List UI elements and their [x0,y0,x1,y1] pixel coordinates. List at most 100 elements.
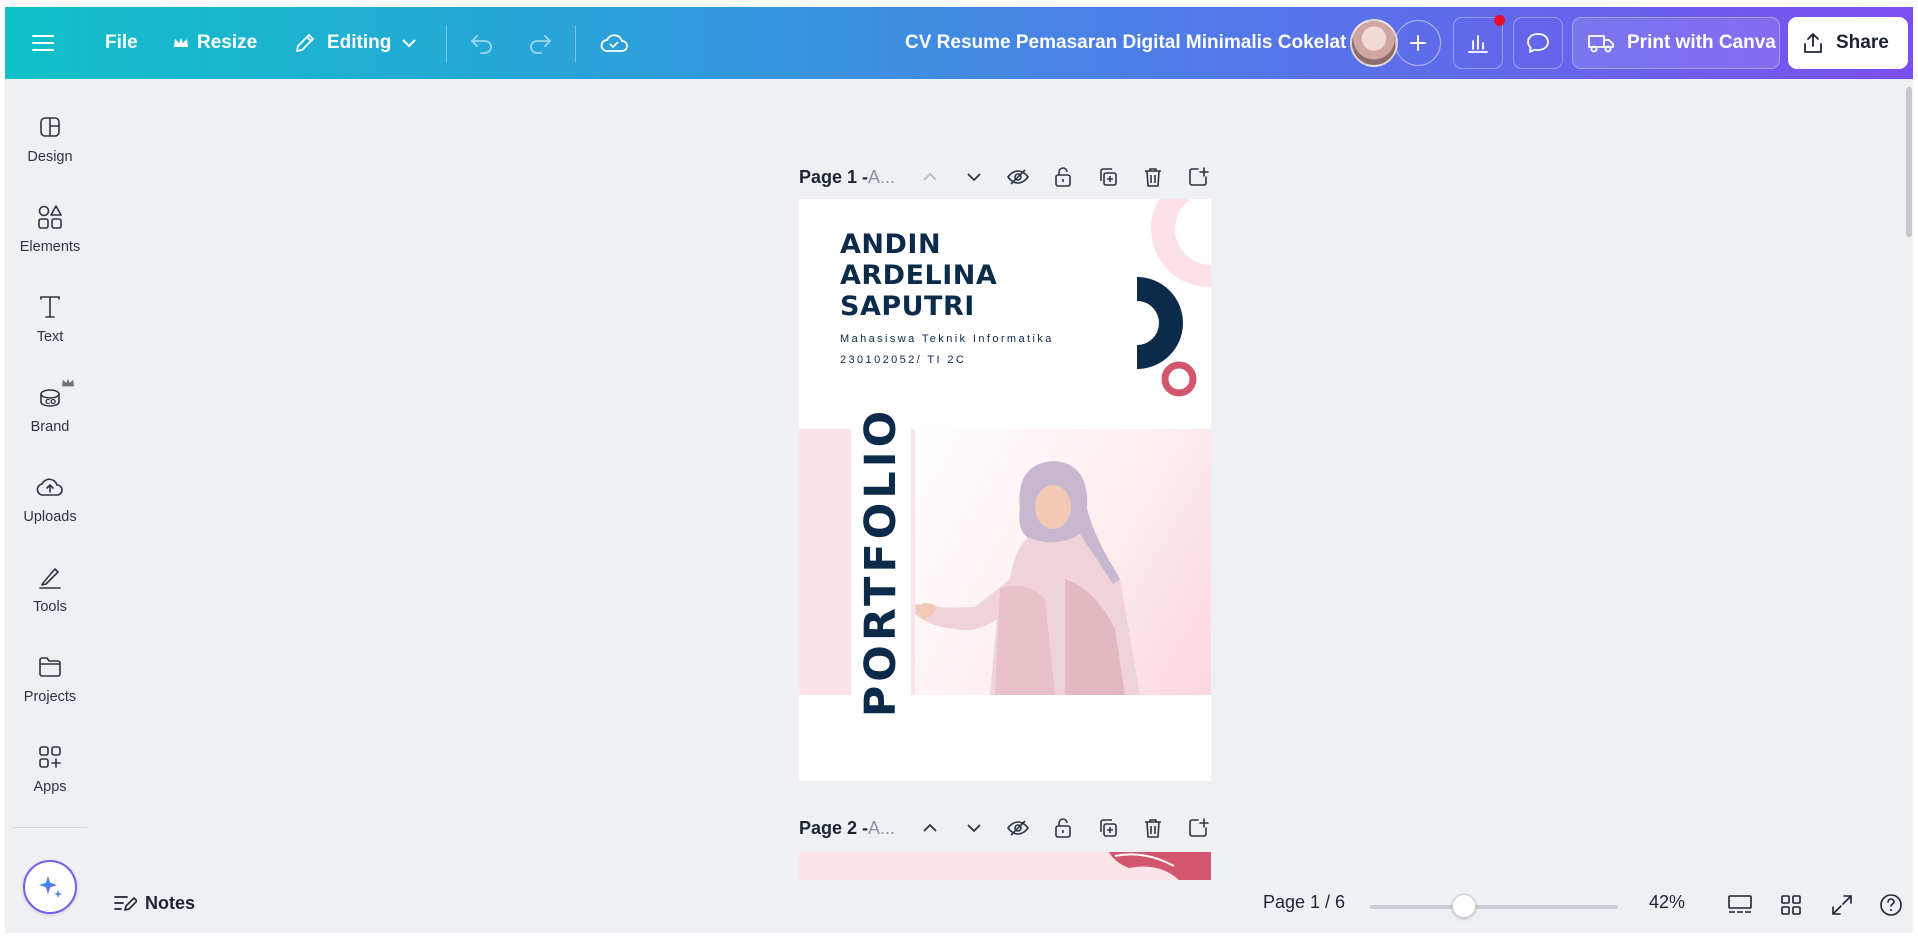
page-2-header[interactable]: Page 2 - A... [799,813,895,843]
portfolio-word: PORTFOLIO [856,406,906,718]
truck-icon [1588,35,1614,53]
editing-label: Editing [327,32,392,53]
photo-frame[interactable] [915,429,1211,695]
sidebar-item-label: Design [27,149,73,165]
duplicate-icon [1100,819,1117,837]
zoom-slider-handle[interactable] [1452,894,1476,918]
apps-icon [39,746,61,768]
grid-icon [1781,895,1801,915]
sidebar-item-label: Tools [33,599,67,615]
resume-id[interactable]: 230102052/ TI 2C [840,354,966,366]
elements-icon [38,205,62,229]
redo-icon [530,35,552,54]
portrait-photo [915,461,1140,695]
page-1-canvas[interactable]: ANDIN ARDELINA SAPUTRI Mahasiswa Teknik … [799,199,1211,781]
sidebar-item-elements[interactable]: Elements [5,201,95,255]
page-view-icon [1728,895,1752,913]
move-page-down-button[interactable] [959,813,989,843]
notes-icon [114,896,137,911]
hide-page-button[interactable] [1003,813,1033,843]
zoom-slider[interactable] [1370,905,1618,909]
page-indicator[interactable]: Page 1 / 6 [1263,892,1345,913]
file-label: File [105,32,138,53]
crown-icon [174,38,188,47]
sidebar-item-design[interactable]: Design [5,111,95,165]
add-page-icon [1189,818,1209,837]
sidebar-item-text[interactable]: Text [5,291,95,345]
duplicate-page-button[interactable] [1093,813,1123,843]
add-page-icon [1189,167,1209,186]
sidebar-item-label: Brand [30,419,70,435]
editing-mode-dropdown[interactable]: Editing [293,7,417,79]
sidebar-item-projects[interactable]: Projects [5,651,95,705]
help-icon [1880,894,1902,916]
avatar[interactable] [1350,19,1398,67]
page-2-canvas[interactable] [799,852,1211,880]
move-page-up-button[interactable] [915,813,945,843]
zoom-level[interactable]: 42% [1649,892,1685,913]
uploads-icon [36,478,63,496]
rose-ring-shape [1161,361,1197,397]
eye-off-icon [1007,169,1029,185]
svg-text:CO: CO [45,398,56,406]
page-2-decor [1109,852,1211,880]
lock-page-button[interactable] [1048,813,1078,843]
design-icon [40,117,60,137]
undo-button[interactable] [469,7,495,79]
tools-icon [39,568,61,589]
magic-assistant-button[interactable] [23,860,77,914]
resize-button[interactable]: Resize [173,7,257,79]
page-1-header[interactable]: Page 1 - A... [799,162,895,192]
page-title[interactable]: A... [868,167,895,188]
lock-page-button[interactable] [1048,162,1078,192]
fullscreen-button[interactable] [1827,890,1857,920]
page-title[interactable]: A... [868,818,895,839]
resume-name[interactable]: ANDIN ARDELINA SAPUTRI [840,229,997,322]
pencil-icon [296,34,314,52]
resume-subtitle[interactable]: Mahasiswa Teknik Informatika [840,333,1054,345]
invite-button[interactable] [1395,20,1441,66]
chevron-down-icon [967,173,981,182]
document-title[interactable]: CV Resume Pemasaran Digital Minimalis Co… [905,7,1346,79]
file-menu[interactable]: File [105,7,138,79]
grid-view-button[interactable] [1776,890,1806,920]
main-menu-button[interactable] [31,7,55,79]
sidebar-item-label: Apps [33,779,67,795]
help-button[interactable] [1876,890,1906,920]
sidebar-item-tools[interactable]: Tools [5,561,95,615]
add-page-button[interactable] [1183,813,1213,843]
duplicate-page-button[interactable] [1093,162,1123,192]
portfolio-vertical-text[interactable]: PORTFOLIO [851,407,911,717]
page-name: Page 2 - [799,817,869,838]
trash-icon [1145,168,1161,187]
browser-strip [0,0,1918,7]
redo-button[interactable] [527,7,553,79]
delete-page-button[interactable] [1138,162,1168,192]
sidebar-item-uploads[interactable]: Uploads [5,471,95,525]
vertical-scrollbar[interactable] [1906,87,1912,237]
move-page-up-button[interactable] [915,162,945,192]
chevron-down-icon [402,39,417,48]
name-line-2: ARDELINA [840,260,998,291]
add-page-button[interactable] [1183,162,1213,192]
cloud-check-icon [600,34,628,52]
save-status-button[interactable] [599,7,629,79]
name-line-1: ANDIN [840,229,942,260]
move-page-down-button[interactable] [959,162,989,192]
page-view-button[interactable] [1725,890,1755,920]
share-button[interactable]: Share [1788,17,1908,69]
notes-button[interactable]: Notes [113,892,195,914]
unlock-icon [1055,167,1071,187]
sidebar-item-label: Elements [19,239,81,255]
delete-page-button[interactable] [1138,813,1168,843]
comments-button[interactable] [1513,17,1563,69]
share-icon [1804,33,1822,53]
plus-icon [1410,35,1426,51]
sidebar-item-brand[interactable]: CO Brand [5,378,95,435]
sidebar-item-apps[interactable]: Apps [5,741,95,795]
divider [575,25,576,63]
hide-page-button[interactable] [1003,162,1033,192]
sidebar-item-label: Projects [23,689,77,705]
print-with-canva-button[interactable]: Print with Canva [1572,17,1780,69]
navy-half-ring-shape [1137,277,1183,369]
